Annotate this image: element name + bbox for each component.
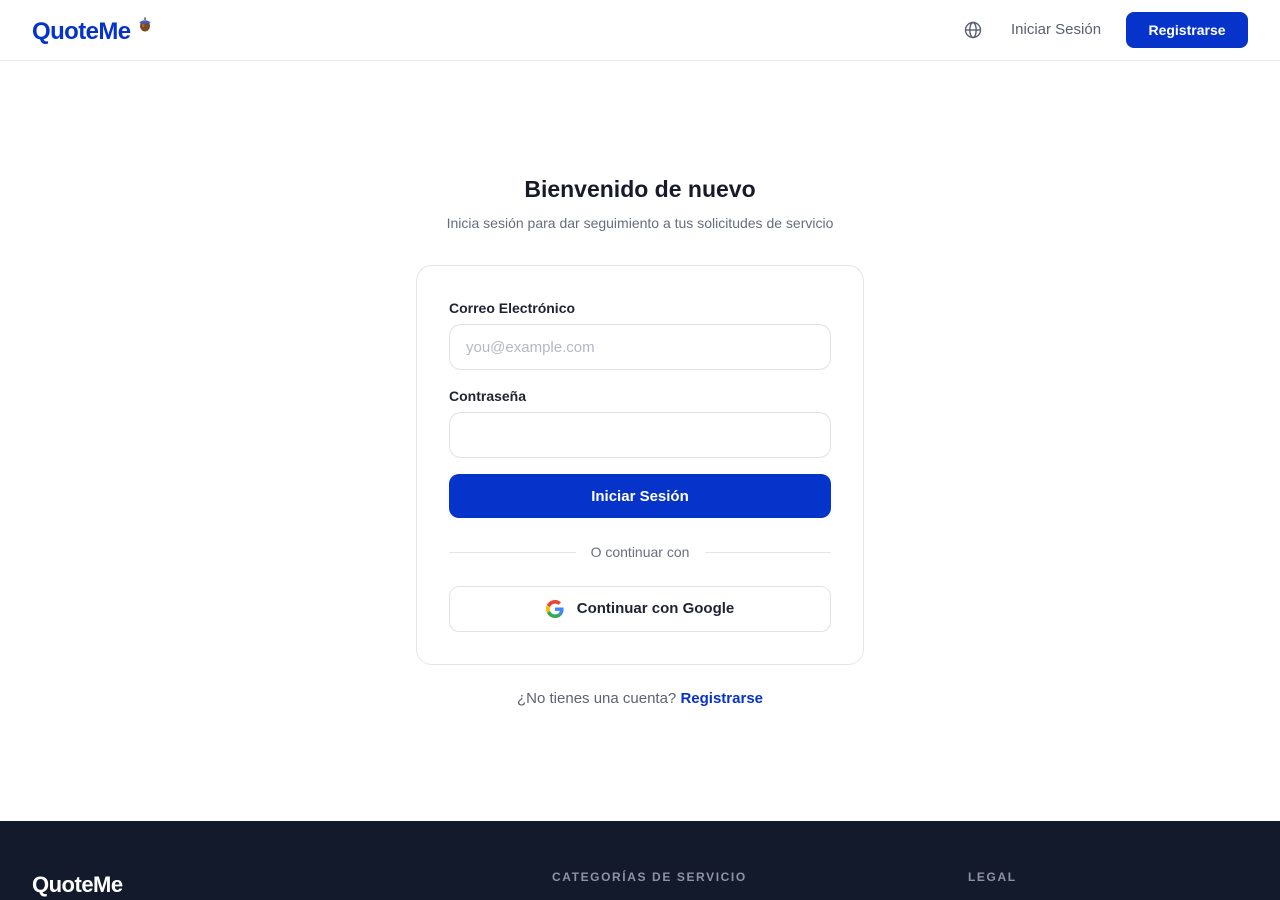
acorn-logo-icon [139,17,151,32]
signup-link[interactable]: Registrarse [680,690,763,707]
page-title: Bienvenido de nuevo [524,176,756,202]
email-label: Correo Electrónico [449,300,576,316]
login-submit-button[interactable]: Iniciar Sesión [449,474,831,518]
divider-line-right [705,552,831,553]
brand-logo[interactable]: QuoteMe [32,17,131,47]
footer-brand[interactable]: QuoteMe [32,872,123,898]
password-label: Contraseña [449,388,527,404]
site-header: QuoteMe Iniciar Sesión Registrarse [0,0,1280,61]
footer-heading-legal: LEGAL [968,870,1017,884]
nav-login-link[interactable]: Iniciar Sesión [1011,20,1101,40]
site-footer: QuoteMe CATEGORÍAS DE SERVICIO LEGAL [0,821,1280,900]
google-signin-label: Continuar con Google [576,600,735,617]
signup-prompt-row: ¿No tienes una cuenta? Registrarse [0,689,1280,709]
nav-register-button[interactable]: Registrarse [1126,12,1248,48]
email-field[interactable] [449,324,831,370]
signup-prompt: ¿No tienes una cuenta? [517,690,677,707]
divider: O continuar con [449,542,831,562]
page-subtitle: Inicia sesión para dar seguimiento a tus… [446,215,834,231]
login-card: Correo Electrónico Contraseña Iniciar Se… [416,265,864,665]
google-signin-button[interactable]: Continuar con Google [449,586,831,632]
language-button[interactable] [961,18,985,42]
globe-icon [964,21,982,39]
google-icon [545,600,564,618]
footer-heading-services: CATEGORÍAS DE SERVICIO [552,870,747,884]
password-field[interactable] [449,412,831,458]
